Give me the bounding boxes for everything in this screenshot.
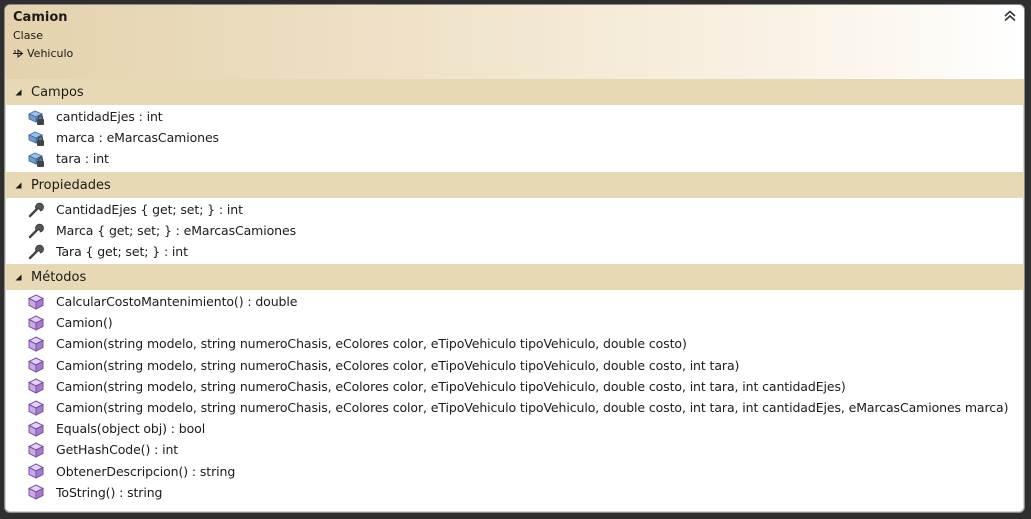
wrench-property-icon	[27, 222, 45, 240]
inheritance-arrow-icon	[13, 49, 24, 58]
method-cube-icon	[27, 483, 45, 501]
method-signature: Camion(string modelo, string numeroChasi…	[56, 400, 1009, 415]
method-signature: CalcularCostoMantenimiento() : double	[56, 294, 298, 309]
method-signature: ToString() : string	[56, 484, 163, 500]
field-signature: marca : eMarcasCamiones	[56, 130, 219, 146]
base-class-name: Vehiculo	[27, 47, 74, 60]
method-item[interactable]: ObtenerDescripcion() : string	[27, 461, 235, 482]
method-item[interactable]: ToString() : string	[27, 482, 162, 503]
triangle-expanded-icon[interactable]	[5, 264, 31, 290]
method-cube-icon	[27, 293, 45, 311]
class-header[interactable]: Camion Clase Vehiculo	[5, 5, 1024, 80]
property-signature: Tara { get; set; } : int	[56, 244, 188, 260]
section-label-metodos: Métodos	[31, 269, 87, 285]
method-cube-icon	[27, 377, 45, 395]
method-item[interactable]: CalcularCostoMantenimiento() : double	[27, 291, 297, 312]
class-name[interactable]: Camion	[13, 10, 68, 25]
method-signature: Camion(string modelo, string numeroChasi…	[56, 336, 687, 352]
private-field-icon	[27, 150, 45, 168]
method-item[interactable]: Camion(string modelo, string numeroChasi…	[27, 355, 739, 376]
private-field-icon	[27, 108, 45, 126]
field-signature: tara : int	[56, 151, 109, 167]
private-field-icon	[27, 129, 45, 147]
property-item[interactable]: CantidadEjes { get; set; } : int	[27, 199, 243, 220]
diagram-canvas: Camion Clase Vehiculo Campos cantidadEje…	[0, 0, 1031, 519]
field-signature: cantidadEjes : int	[56, 109, 163, 124]
method-item[interactable]: Equals(object obj) : bool	[27, 418, 205, 439]
method-item[interactable]: GetHashCode() : int	[27, 439, 178, 460]
wrench-property-icon	[27, 201, 45, 219]
method-item[interactable]: Camion()	[27, 312, 113, 333]
double-chevron-up-icon	[1004, 10, 1016, 22]
section-label-propiedades: Propiedades	[31, 177, 111, 193]
method-signature: Camion(string modelo, string numeroChasi…	[56, 378, 846, 394]
property-signature: CantidadEjes { get; set; } : int	[56, 202, 243, 217]
wrench-property-icon	[27, 243, 45, 261]
field-item[interactable]: tara : int	[27, 148, 109, 169]
method-item[interactable]: Camion(string modelo, string numeroChasi…	[27, 376, 846, 397]
property-signature: Marca { get; set; } : eMarcasCamiones	[56, 223, 297, 239]
method-cube-icon	[27, 335, 45, 353]
method-cube-icon	[27, 399, 45, 417]
base-class-link[interactable]: Vehiculo	[13, 47, 73, 60]
method-cube-icon	[27, 314, 45, 332]
method-cube-icon	[27, 441, 45, 459]
section-label-campos: Campos	[31, 84, 84, 100]
method-item[interactable]: Camion(string modelo, string numeroChasi…	[27, 397, 1008, 418]
method-signature: ObtenerDescripcion() : string	[56, 463, 236, 479]
class-stereotype: Clase	[13, 29, 43, 42]
class-shape[interactable]: Camion Clase Vehiculo Campos cantidadEje…	[4, 4, 1025, 513]
section-header-propiedades[interactable]: Propiedades	[5, 172, 1024, 198]
method-cube-icon	[27, 462, 45, 480]
field-item[interactable]: marca : eMarcasCamiones	[27, 127, 219, 148]
method-signature: Equals(object obj) : bool	[56, 421, 206, 437]
method-signature: Camion()	[56, 315, 113, 331]
method-cube-icon	[27, 356, 45, 374]
triangle-expanded-icon[interactable]	[5, 79, 31, 105]
method-signature: GetHashCode() : int	[56, 442, 179, 458]
triangle-expanded-icon[interactable]	[5, 172, 31, 198]
property-item[interactable]: Marca { get; set; } : eMarcasCamiones	[27, 220, 296, 241]
method-signature: Camion(string modelo, string numeroChasi…	[56, 357, 740, 373]
method-cube-icon	[27, 420, 45, 438]
method-item[interactable]: Camion(string modelo, string numeroChasi…	[27, 333, 687, 354]
field-item[interactable]: cantidadEjes : int	[27, 106, 163, 127]
section-header-metodos[interactable]: Métodos	[5, 264, 1024, 290]
collapse-button[interactable]	[1002, 8, 1018, 24]
property-item[interactable]: Tara { get; set; } : int	[27, 241, 188, 262]
section-header-campos[interactable]: Campos	[5, 79, 1024, 105]
